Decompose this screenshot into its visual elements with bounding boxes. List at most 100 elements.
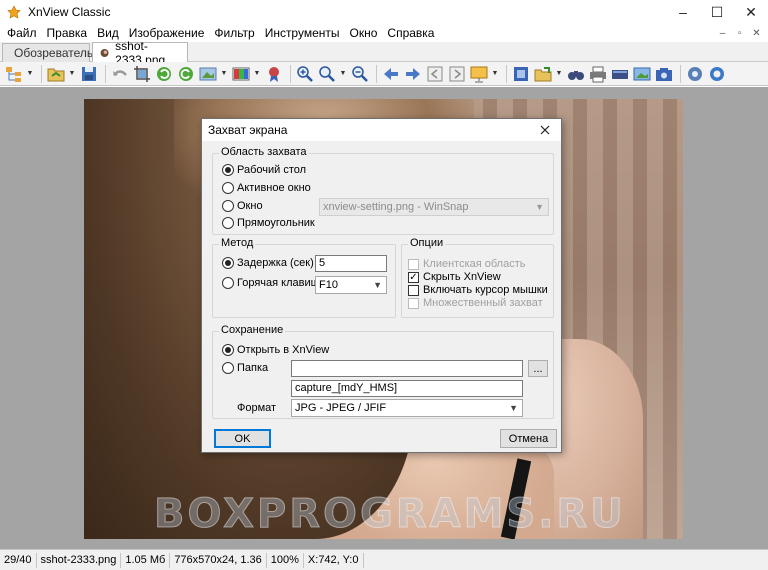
menu-help[interactable]: Справка bbox=[382, 24, 439, 42]
radio-hotkey-indicator bbox=[222, 277, 234, 289]
export-dropdown-icon[interactable]: ▼ bbox=[555, 64, 563, 84]
method-label: Метод bbox=[219, 237, 256, 249]
zoom-dropdown-icon[interactable]: ▼ bbox=[339, 64, 347, 84]
next-arrow-icon[interactable] bbox=[403, 64, 423, 84]
last-page-icon[interactable] bbox=[447, 64, 467, 84]
colors-icon[interactable] bbox=[231, 64, 251, 84]
menu-edit[interactable]: Правка bbox=[42, 24, 93, 42]
slideshow-dropdown-icon[interactable]: ▼ bbox=[491, 64, 499, 84]
dialog-close-button[interactable] bbox=[533, 120, 557, 140]
radio-folder-indicator bbox=[222, 362, 234, 374]
dialog-titlebar: Захват экрана bbox=[202, 119, 561, 141]
radio-open-in-xnview[interactable]: Открыть в XnView bbox=[222, 344, 329, 356]
tab-browser[interactable]: Обозреватель bbox=[2, 43, 94, 62]
window-controls: – ☐ ✕ bbox=[666, 0, 768, 24]
status-filesize: 1.05 Мб bbox=[121, 552, 171, 568]
format-select[interactable]: JPG - JPEG / JFIF ▼ bbox=[291, 399, 523, 417]
radio-active-window[interactable]: Активное окно bbox=[222, 182, 311, 194]
rotate-left-icon[interactable] bbox=[154, 64, 174, 84]
open-dropdown-icon[interactable]: ▼ bbox=[68, 64, 76, 84]
toolbar-separator bbox=[376, 64, 377, 83]
radio-window[interactable]: Окно bbox=[222, 200, 263, 212]
fullscreen-icon[interactable] bbox=[511, 64, 531, 84]
status-bar: 29/40 sshot-2333.png 1.05 Мб 776x570x24,… bbox=[0, 549, 768, 570]
ok-button[interactable]: OK bbox=[214, 429, 271, 448]
radio-active-window-indicator bbox=[222, 182, 234, 194]
adjust-dropdown-icon[interactable]: ▼ bbox=[220, 64, 228, 84]
radio-rectangle-indicator bbox=[222, 217, 234, 229]
radio-desktop[interactable]: Рабочий стол bbox=[222, 164, 306, 176]
toolbar-separator bbox=[680, 64, 681, 83]
capture-area-group: Область захвата Рабочий стол Активное ок… bbox=[212, 146, 554, 235]
slideshow-icon[interactable] bbox=[469, 64, 489, 84]
browse-folder-button[interactable]: ... bbox=[528, 360, 548, 377]
check-client-area[interactable]: Клиентская область bbox=[408, 258, 526, 270]
radio-rectangle[interactable]: Прямоугольник bbox=[222, 217, 315, 229]
zoom-in-icon[interactable] bbox=[295, 64, 315, 84]
cancel-button[interactable]: Отмена bbox=[500, 429, 557, 448]
browser-dropdown-icon[interactable]: ▼ bbox=[26, 64, 34, 84]
check-multiple-capture-box bbox=[408, 297, 419, 309]
hotkey-select[interactable]: F10 ▼ bbox=[315, 276, 387, 294]
main-toolbar: ▼ ▼ ▼ ▼ ▼ ▼ ▼ bbox=[0, 62, 768, 86]
adjust-icon[interactable] bbox=[198, 64, 218, 84]
mdi-restore-button[interactable]: ▫ bbox=[732, 26, 747, 40]
close-icon bbox=[540, 125, 550, 135]
save-label: Сохранение bbox=[219, 324, 286, 336]
mdi-minimize-button[interactable]: – bbox=[715, 26, 730, 40]
method-group: Метод Задержка (сек) 5 Горячая клавиша F… bbox=[212, 237, 396, 318]
settings-icon[interactable] bbox=[685, 64, 705, 84]
effects-icon[interactable] bbox=[264, 64, 284, 84]
browser-tree-icon[interactable] bbox=[4, 64, 24, 84]
radio-folder[interactable]: Папка bbox=[222, 362, 268, 374]
toolbar-separator bbox=[290, 64, 291, 83]
zoom-select-icon[interactable] bbox=[317, 64, 337, 84]
print-icon[interactable] bbox=[588, 64, 608, 84]
mdi-close-button[interactable]: ✕ bbox=[749, 26, 764, 40]
delay-input[interactable]: 5 bbox=[315, 255, 387, 272]
status-dimensions: 776x570x24, 1.36 bbox=[170, 552, 267, 568]
help-icon[interactable] bbox=[707, 64, 727, 84]
tab-bar: Обозреватель sshot-2333.png bbox=[0, 39, 768, 67]
crop-icon[interactable] bbox=[132, 64, 152, 84]
find-icon[interactable] bbox=[566, 64, 586, 84]
camera-icon[interactable] bbox=[654, 64, 674, 84]
status-index: 29/40 bbox=[0, 552, 37, 568]
radio-delay[interactable]: Задержка (сек) bbox=[222, 257, 314, 269]
colors-dropdown-icon[interactable]: ▼ bbox=[253, 64, 261, 84]
prev-arrow-icon[interactable] bbox=[381, 64, 401, 84]
menu-filter[interactable]: Фильтр bbox=[209, 24, 259, 42]
check-include-cursor[interactable]: Включать курсор мышки bbox=[408, 284, 548, 296]
tab-image[interactable]: sshot-2333.png bbox=[92, 39, 188, 67]
menu-file[interactable]: Файл bbox=[2, 24, 42, 42]
window-select[interactable]: xnview-setting.png - WinSnap ▼ bbox=[319, 198, 549, 216]
check-client-area-box bbox=[408, 258, 419, 270]
minimize-button[interactable]: – bbox=[666, 0, 700, 24]
toolbar-separator bbox=[506, 64, 507, 83]
screen-capture-dialog: Захват экрана Область захвата Рабочий ст… bbox=[201, 118, 562, 453]
check-multiple-capture[interactable]: Множественный захват bbox=[408, 297, 543, 309]
save-icon[interactable] bbox=[79, 64, 99, 84]
menu-tools[interactable]: Инструменты bbox=[260, 24, 345, 42]
scanner-icon[interactable] bbox=[610, 64, 630, 84]
chevron-down-icon: ▼ bbox=[373, 280, 382, 290]
maximize-button[interactable]: ☐ bbox=[700, 0, 734, 24]
first-page-icon[interactable] bbox=[425, 64, 445, 84]
menu-window[interactable]: Окно bbox=[345, 24, 383, 42]
undo-icon[interactable] bbox=[110, 64, 130, 84]
check-hide-xnview[interactable]: ✓ Скрыть XnView bbox=[408, 271, 501, 283]
open-folder-icon[interactable] bbox=[46, 64, 66, 84]
watermark-text: BOXPROGRAMS.RU bbox=[154, 491, 626, 538]
export-icon[interactable] bbox=[533, 64, 553, 84]
capture-area-label: Область захвата bbox=[219, 146, 309, 158]
close-window-button[interactable]: ✕ bbox=[734, 0, 768, 24]
save-group: Сохранение Открыть в XnView Папка ... ca… bbox=[212, 324, 554, 419]
folder-input[interactable] bbox=[291, 360, 523, 377]
tab-browser-label: Обозреватель bbox=[14, 46, 94, 60]
zoom-out-icon[interactable] bbox=[350, 64, 370, 84]
filename-input[interactable]: capture_[mdY_HMS] bbox=[291, 380, 523, 397]
capture-icon[interactable] bbox=[632, 64, 652, 84]
rotate-right-icon[interactable] bbox=[176, 64, 196, 84]
mdi-controls: – ▫ ✕ bbox=[715, 26, 764, 40]
radio-hotkey[interactable]: Горячая клавиша bbox=[222, 277, 326, 289]
